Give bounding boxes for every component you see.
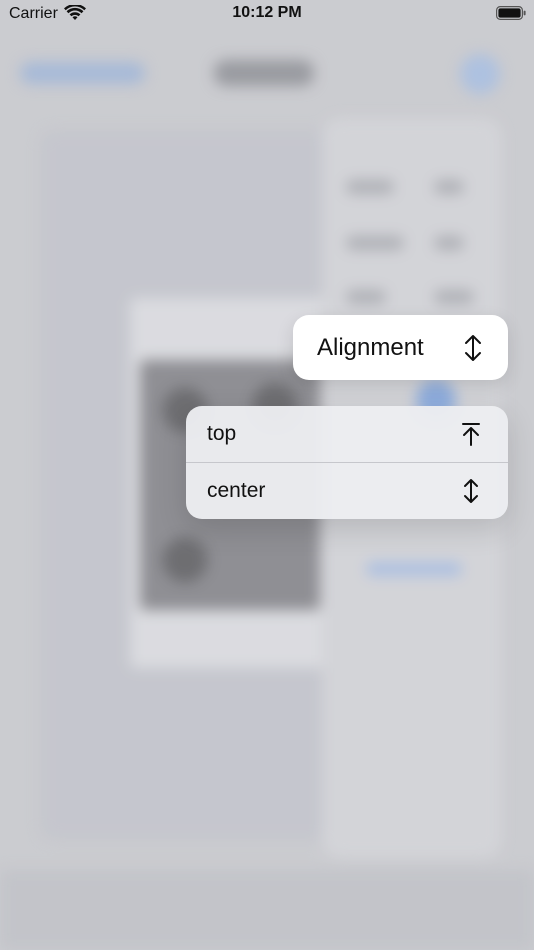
menu-item-center[interactable]: center [186,462,508,519]
up-down-arrows-icon [464,479,478,503]
alignment-label: Alignment [317,333,424,361]
menu-item-label: center [207,479,266,502]
alignment-menu: top center [186,406,508,519]
status-bar: Carrier 10:12 PM [0,0,534,30]
status-time: 10:12 PM [232,4,302,21]
up-down-arrows-icon [465,334,481,361]
battery-icon [496,6,526,20]
alignment-button[interactable]: Alignment [293,315,508,380]
menu-item-top[interactable]: top [186,406,508,462]
menu-item-label: top [207,422,237,445]
arrow-up-to-line-icon [462,423,480,446]
